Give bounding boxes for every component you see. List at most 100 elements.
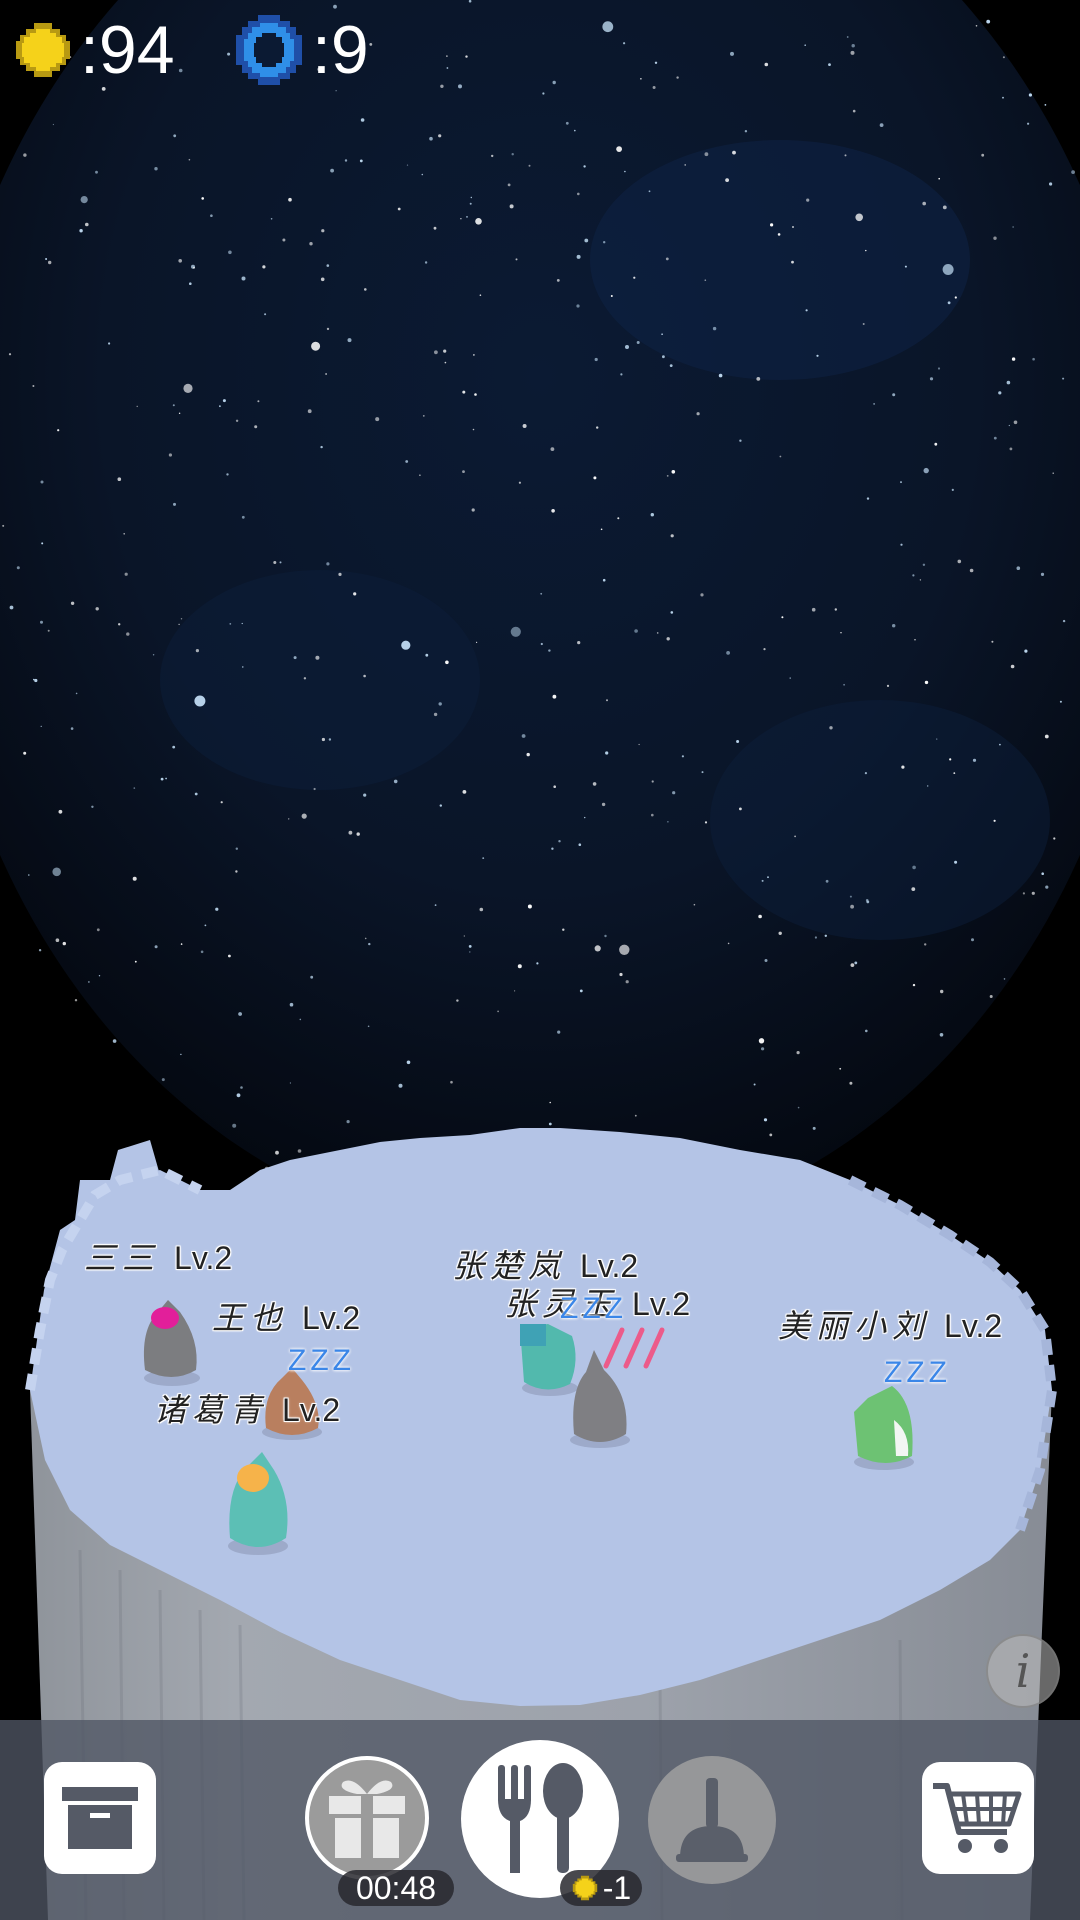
star <box>363 793 367 797</box>
star <box>1003 978 1006 980</box>
star <box>41 542 44 545</box>
star <box>434 904 437 906</box>
star <box>701 771 704 774</box>
star <box>433 226 437 230</box>
star <box>401 640 411 650</box>
star <box>118 623 121 626</box>
star <box>576 254 581 259</box>
star <box>227 52 231 56</box>
star <box>936 738 938 740</box>
star <box>180 943 183 945</box>
star <box>521 734 526 738</box>
star <box>40 620 43 624</box>
star <box>359 159 363 163</box>
star <box>789 677 791 679</box>
star <box>279 561 282 564</box>
star <box>326 327 330 331</box>
star <box>236 1093 241 1098</box>
star <box>228 954 231 958</box>
star <box>288 818 290 820</box>
star <box>475 218 482 225</box>
star <box>919 579 922 581</box>
star <box>732 150 736 155</box>
star <box>601 802 606 807</box>
star <box>922 201 926 206</box>
star <box>912 983 916 987</box>
star <box>865 1029 868 1033</box>
star <box>923 467 929 474</box>
star <box>254 425 258 429</box>
archive-box-icon <box>62 1787 138 1849</box>
info-button[interactable]: i <box>986 1634 1060 1708</box>
star <box>482 857 485 859</box>
star <box>497 1010 499 1013</box>
star <box>393 779 398 784</box>
star <box>301 813 307 819</box>
archive-button[interactable] <box>44 1762 156 1874</box>
star <box>954 860 958 864</box>
star <box>879 123 884 127</box>
star <box>972 758 977 762</box>
star <box>718 373 723 378</box>
cart-button[interactable] <box>922 1762 1034 1874</box>
star <box>476 641 478 644</box>
star <box>124 572 128 576</box>
coin-counter: :94 <box>12 10 175 90</box>
star <box>650 513 654 517</box>
star <box>28 874 30 876</box>
star <box>222 399 226 403</box>
star <box>58 809 63 814</box>
star <box>438 702 442 706</box>
clean-button[interactable] <box>648 1756 776 1884</box>
star <box>194 792 198 796</box>
star <box>23 751 27 755</box>
star <box>1027 122 1030 125</box>
star <box>769 1133 773 1137</box>
star <box>275 1150 279 1155</box>
star <box>425 653 429 657</box>
star <box>134 960 137 963</box>
star <box>419 474 421 477</box>
star <box>553 785 556 788</box>
star <box>446 67 449 69</box>
star <box>648 190 651 193</box>
star <box>617 517 620 520</box>
creature-name: 张楚岚 <box>452 1247 567 1285</box>
star <box>584 238 589 243</box>
star <box>450 1080 453 1084</box>
star <box>672 791 676 795</box>
star <box>1011 357 1016 361</box>
star <box>865 899 869 902</box>
star <box>940 989 944 994</box>
star <box>299 1018 302 1021</box>
star <box>852 109 856 113</box>
plunger-icon <box>676 1778 748 1862</box>
star <box>951 488 954 491</box>
star <box>763 648 766 651</box>
star <box>360 118 365 122</box>
star <box>471 508 475 512</box>
star <box>2 524 5 527</box>
star <box>603 241 606 244</box>
star <box>1045 885 1049 889</box>
creature-zhangchulan[interactable] <box>520 1324 578 1396</box>
star <box>180 618 183 620</box>
star <box>562 928 565 931</box>
star <box>434 350 438 355</box>
star <box>578 843 582 846</box>
star <box>900 481 902 484</box>
star <box>79 229 83 233</box>
star <box>811 607 816 612</box>
star <box>670 534 674 538</box>
star <box>938 177 940 180</box>
star <box>344 159 348 162</box>
gift-button[interactable] <box>305 1756 429 1880</box>
star <box>1002 56 1005 59</box>
star <box>656 632 659 634</box>
star <box>929 377 934 381</box>
star <box>1024 649 1028 653</box>
star <box>927 785 929 787</box>
star <box>152 654 155 656</box>
star <box>565 121 569 125</box>
star <box>321 229 325 233</box>
